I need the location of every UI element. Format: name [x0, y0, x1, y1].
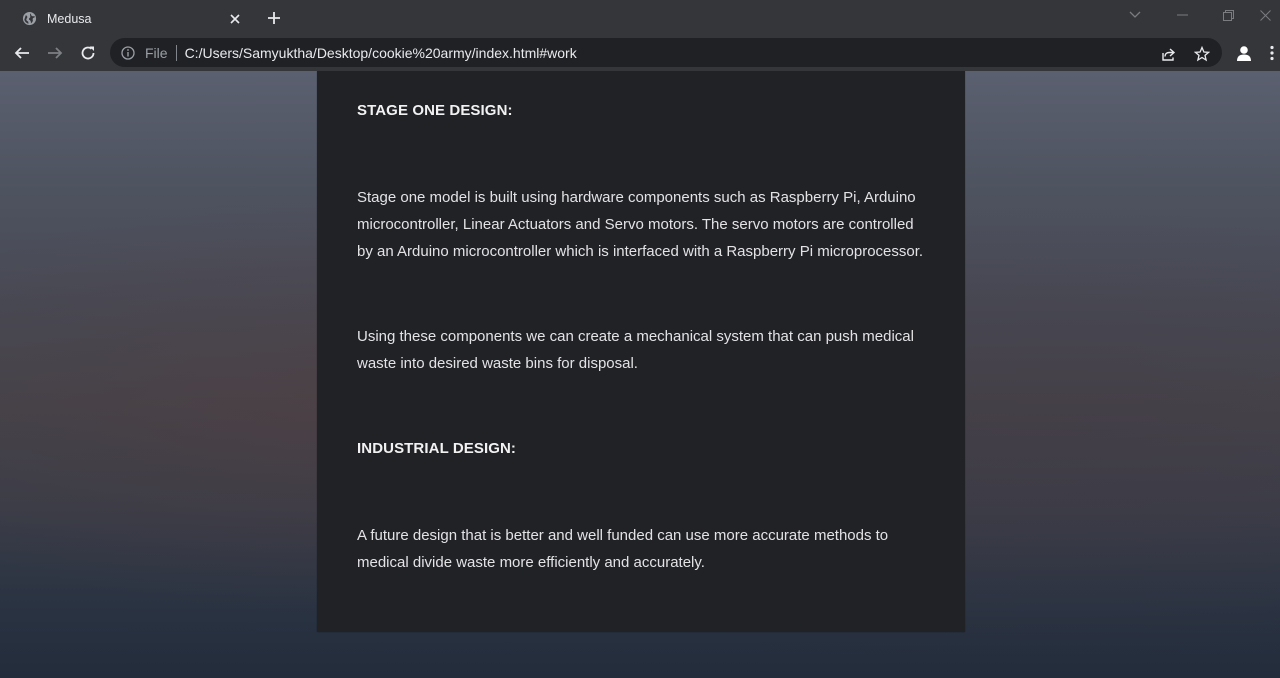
work-article: STAGE ONE DESIGN: Stage one model is bui…: [317, 71, 965, 632]
info-icon[interactable]: [120, 45, 136, 61]
scheme-label: File: [145, 44, 168, 61]
close-window-icon[interactable]: [1250, 0, 1280, 30]
globe-icon: [22, 11, 37, 26]
minimize-icon[interactable]: [1159, 0, 1205, 30]
address-separator: [175, 44, 177, 61]
profile-avatar-icon[interactable]: [1232, 41, 1256, 65]
forward-icon[interactable]: [41, 39, 69, 67]
section-paragraph: A future design that is better and well …: [357, 527, 889, 571]
star-icon[interactable]: [1191, 43, 1213, 65]
reload-icon[interactable]: [74, 39, 102, 67]
page-viewport: STAGE ONE DESIGN: Stage one model is bui…: [0, 71, 1280, 678]
back-icon[interactable]: [8, 39, 36, 67]
tab-title: Medusa: [47, 11, 92, 26]
browser-toolbar: File C:/Users/Samyuktha/Desktop/cookie%2…: [0, 35, 1280, 71]
share-icon[interactable]: [1158, 43, 1180, 65]
restore-icon[interactable]: [1205, 0, 1251, 30]
section-heading: STAGE ONE DESIGN:: [357, 102, 513, 119]
url-text[interactable]: C:/Users/Samyuktha/Desktop/cookie%20army…: [185, 45, 577, 61]
section-heading: INDUSTRIAL DESIGN:: [357, 440, 517, 457]
section-paragraph: Using these components we can create a m…: [357, 328, 914, 372]
address-bar[interactable]: File C:/Users/Samyuktha/Desktop/cookie%2…: [110, 38, 1222, 67]
section-paragraph: Stage one model is built using hardware …: [357, 189, 924, 260]
menu-icon[interactable]: [1264, 41, 1280, 65]
close-tab-icon[interactable]: [226, 10, 244, 28]
new-tab-button[interactable]: [262, 6, 286, 30]
browser-tab[interactable]: Medusa: [8, 2, 254, 35]
tab-search-icon[interactable]: [1112, 0, 1158, 30]
tab-strip: Medusa: [0, 0, 1280, 35]
